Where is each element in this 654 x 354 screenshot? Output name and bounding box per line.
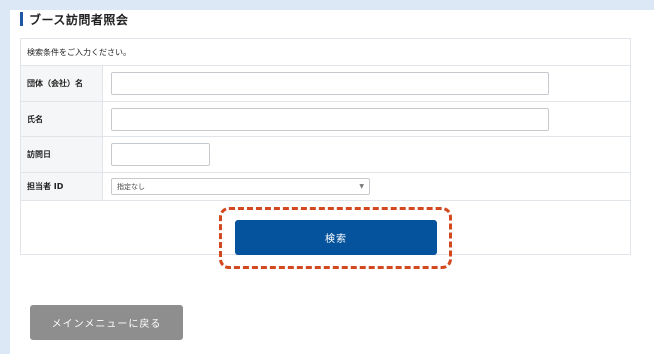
name-input[interactable]	[111, 107, 549, 131]
staff-id-select[interactable]: 指定なし ▼	[111, 178, 370, 195]
back-to-main-menu-button[interactable]: メインメニューに戻る	[30, 305, 183, 340]
page-header: ブース訪問者照会	[20, 11, 128, 27]
visit-date-input[interactable]	[111, 143, 210, 166]
staff-id-label: 担当者 ID	[21, 173, 103, 200]
organization-input[interactable]	[111, 72, 549, 95]
chevron-down-icon: ▼	[359, 183, 364, 190]
page-title: ブース訪問者照会	[29, 12, 129, 27]
form-row-organization: 団体（会社）名	[21, 66, 630, 102]
staff-id-selected-value: 指定なし	[117, 182, 145, 191]
form-row-staff-id: 担当者 ID 指定なし ▼	[21, 173, 630, 201]
organization-label: 団体（会社）名	[21, 66, 103, 101]
search-button-highlight	[219, 207, 452, 269]
form-row-name: 氏名	[21, 102, 630, 137]
form-row-visit-date: 訪問日	[21, 137, 630, 173]
name-label: 氏名	[21, 102, 103, 136]
visit-date-label: 訪問日	[21, 137, 103, 172]
form-instruction: 検索条件をご入力ください。	[21, 39, 630, 66]
title-accent-bar	[20, 12, 23, 26]
